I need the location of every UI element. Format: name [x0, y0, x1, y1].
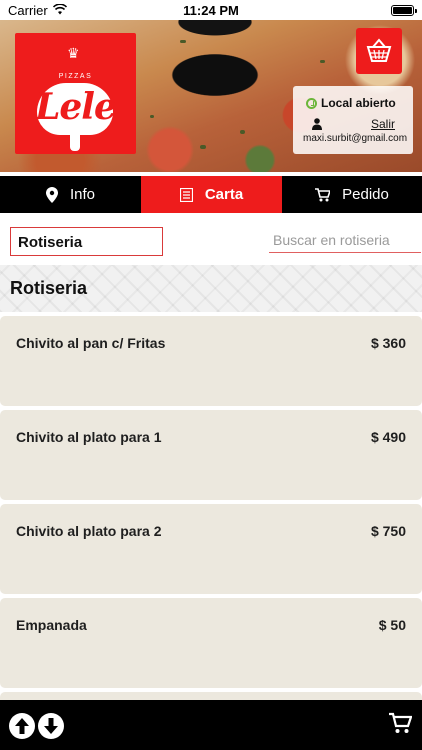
menu-item[interactable]: Empanada $ 50 — [0, 598, 422, 688]
scroll-up-button[interactable] — [9, 713, 35, 739]
item-name: Chivito al plato para 2 — [16, 523, 162, 539]
herb-speck — [240, 130, 245, 134]
store-logo: ♛ PIZZAS Lele — [15, 33, 136, 154]
location-pin-icon — [45, 186, 58, 203]
store-info-card: Local abierto Salir maxi.surbit@gmail.co… — [293, 86, 413, 154]
tab-pedido[interactable]: Pedido — [282, 176, 422, 213]
herb-speck — [200, 145, 206, 149]
category-selector[interactable]: Rotiseria — [10, 227, 163, 256]
tab-carta-label: Carta — [204, 186, 244, 203]
user-email: maxi.surbit@gmail.com — [303, 133, 408, 144]
clock: 11:24 PM — [183, 3, 239, 18]
menu-item[interactable]: Chivito al plato para 2 $ 750 — [0, 504, 422, 594]
menu-item[interactable]: Chivito al plato para 1 $ 490 — [0, 410, 422, 500]
tab-bar: Info Carta Pedido — [0, 176, 422, 213]
logout-link[interactable]: Salir — [371, 117, 395, 131]
item-price: $ 50 — [378, 617, 406, 633]
tab-pedido-label: Pedido — [342, 186, 389, 203]
menu-list-icon — [179, 187, 193, 202]
paddle-handle — [70, 133, 80, 151]
tab-info[interactable]: Info — [0, 176, 141, 213]
herb-speck — [180, 40, 186, 43]
cart-icon — [315, 187, 331, 201]
user-icon — [312, 118, 322, 130]
herb-speck — [150, 115, 154, 118]
crown-icon: ♛ — [67, 45, 80, 61]
item-name: Chivito al pan c/ Fritas — [16, 335, 166, 351]
menu-item-list[interactable]: Chivito al pan c/ Fritas $ 360 Chivito a… — [0, 316, 422, 700]
cart-button[interactable] — [388, 711, 412, 735]
menu-item[interactable] — [0, 692, 422, 700]
item-price: $ 490 — [370, 429, 406, 445]
battery-icon — [391, 5, 417, 16]
logo-top-text: PIZZAS — [58, 73, 93, 80]
basket-button[interactable] — [356, 28, 402, 74]
scroll-down-button[interactable] — [38, 713, 64, 739]
clock-icon — [306, 98, 317, 109]
item-name: Empanada — [16, 617, 87, 633]
tab-carta[interactable]: Carta — [141, 176, 282, 213]
menu-item[interactable]: Chivito al pan c/ Fritas $ 360 — [0, 316, 422, 406]
item-price: $ 360 — [370, 335, 406, 351]
arrow-up-icon — [15, 718, 29, 734]
arrow-down-icon — [44, 718, 58, 734]
section-header: Rotiseria — [0, 265, 422, 312]
search-input[interactable] — [269, 227, 421, 253]
herb-speck — [320, 60, 325, 63]
section-title: Rotiseria — [10, 278, 88, 298]
tab-info-label: Info — [69, 186, 96, 203]
status-bar: Carrier 11:24 PM — [0, 0, 422, 20]
item-price: $ 750 — [370, 523, 406, 539]
basket-icon — [366, 38, 392, 62]
logo-name: Lele — [35, 86, 117, 128]
item-name: Chivito al plato para 1 — [16, 429, 162, 445]
store-status: Local abierto — [321, 96, 396, 110]
